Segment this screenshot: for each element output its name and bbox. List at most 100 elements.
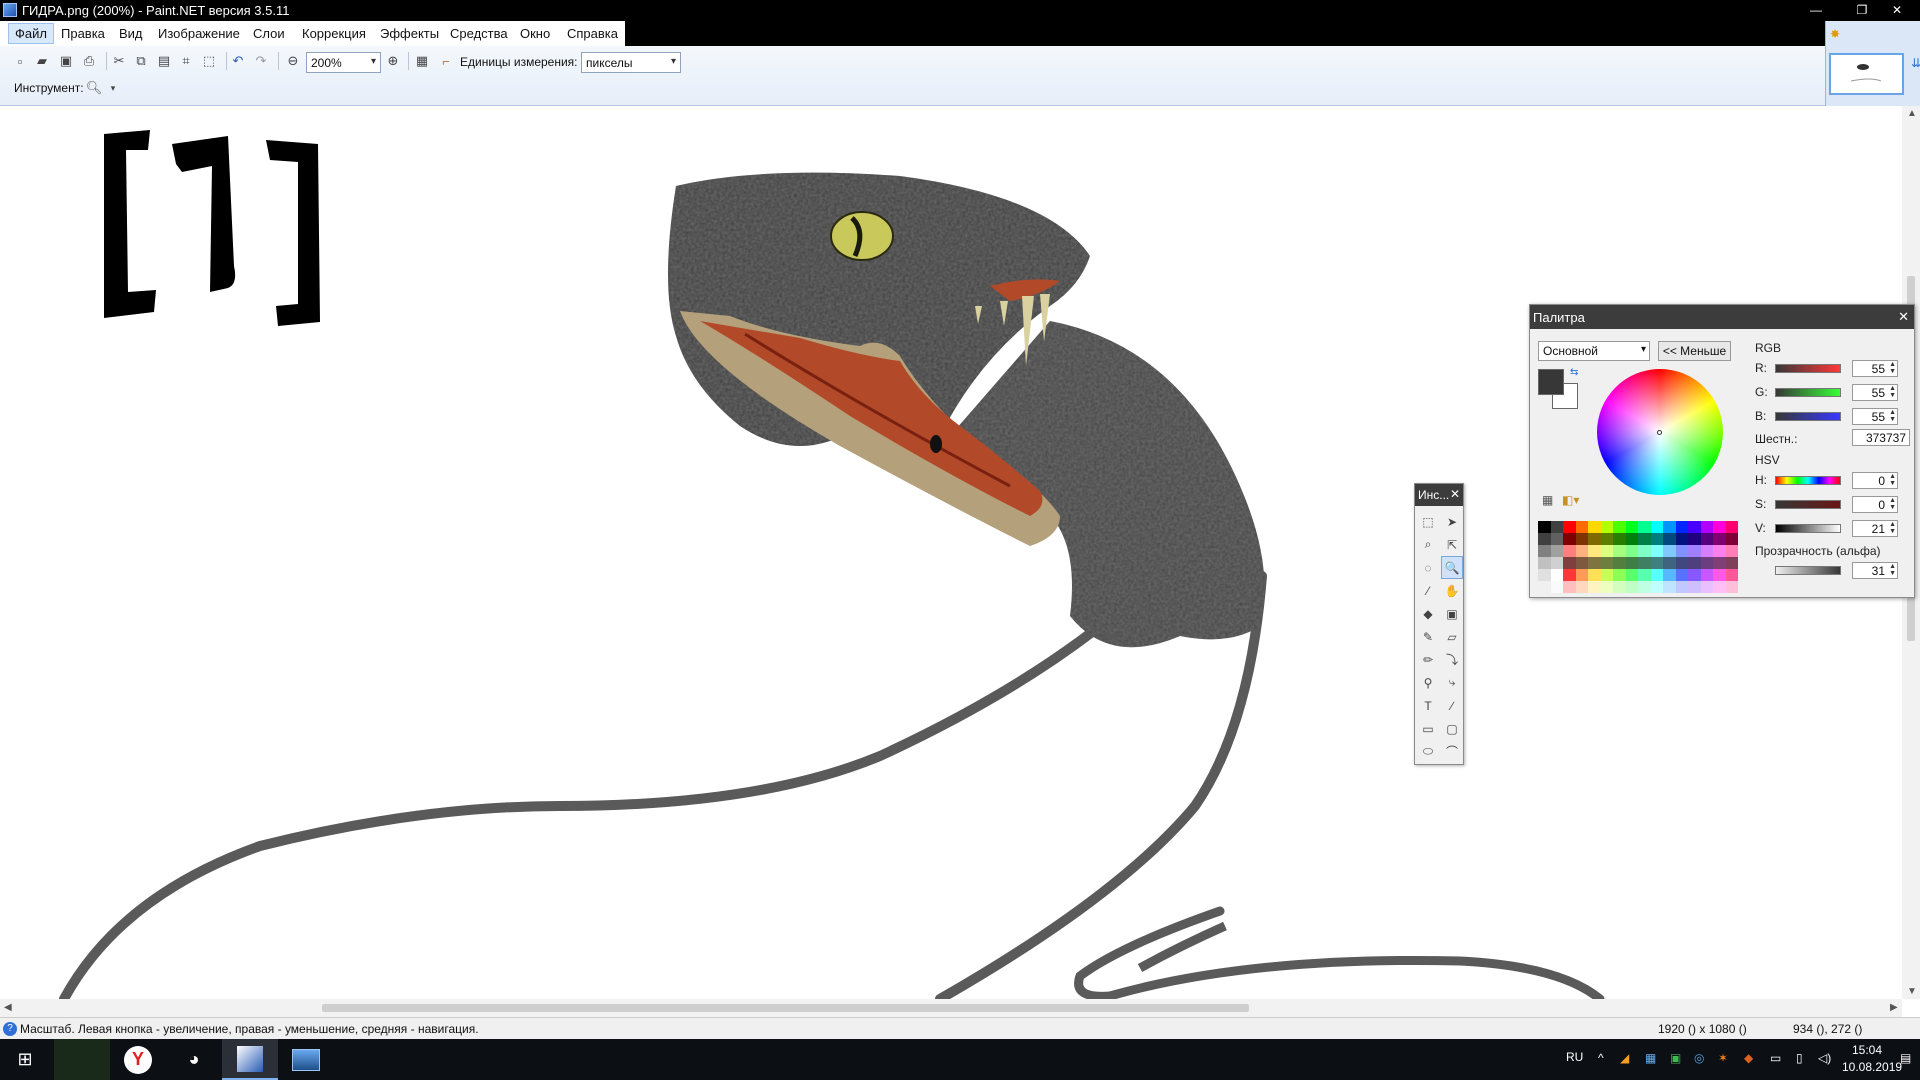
- zoom-out-icon[interactable]: ⊖: [284, 52, 302, 70]
- add-color-icon[interactable]: ▦: [1542, 493, 1553, 507]
- h-slider[interactable]: [1775, 476, 1841, 485]
- scroll-up-icon[interactable]: ▲: [1907, 108, 1917, 119]
- zoom-in-icon[interactable]: ⊕: [384, 52, 402, 70]
- swap-colors-icon[interactable]: ⇆: [1570, 367, 1578, 378]
- magic-wand-tool[interactable]: ⁄: [1417, 579, 1439, 602]
- chevron-down-icon[interactable]: ⇊: [1911, 56, 1920, 70]
- zoom-combo[interactable]: 200% ▾: [306, 52, 381, 73]
- h-input[interactable]: 0 ▲ ▼: [1852, 472, 1898, 489]
- tray-skype-icon[interactable]: ◎: [1694, 1051, 1704, 1065]
- crop-icon[interactable]: ⌗: [177, 52, 195, 70]
- spin-arrows-icon[interactable]: ▲ ▼: [1889, 563, 1896, 577]
- paint-bucket-tool[interactable]: ◆: [1417, 602, 1439, 625]
- units-select[interactable]: пикселы ▾: [581, 52, 681, 73]
- clock-time[interactable]: 15:04: [1852, 1043, 1882, 1057]
- zoom-tool[interactable]: 🔍: [1441, 556, 1463, 579]
- rectangle-tool[interactable]: ▭: [1417, 717, 1439, 740]
- zoom-tool-icon[interactable]: 🔍︎: [85, 79, 103, 97]
- color-mode-select[interactable]: Основной ▾: [1538, 341, 1650, 361]
- taskbar-photos[interactable]: [278, 1039, 334, 1080]
- pan-tool[interactable]: ✋: [1441, 579, 1463, 602]
- color-picker-tool[interactable]: ⤵: [1441, 648, 1463, 671]
- clone-stamp-tool[interactable]: ⚲: [1417, 671, 1439, 694]
- menu-layers[interactable]: Слои: [253, 26, 285, 41]
- menu-image[interactable]: Изображение: [158, 26, 240, 41]
- palette-menu-icon[interactable]: ◧▾: [1562, 493, 1579, 507]
- scroll-right-icon[interactable]: ▶: [1890, 1002, 1898, 1013]
- open-icon[interactable]: ▰: [33, 52, 51, 70]
- close-button[interactable]: ✕: [1874, 0, 1920, 21]
- tray-shield-icon[interactable]: ✶: [1718, 1051, 1728, 1065]
- color-palette-grid[interactable]: [1538, 521, 1738, 593]
- deselect-icon[interactable]: ⬚: [200, 52, 218, 70]
- copy-icon[interactable]: ⧉: [132, 52, 150, 70]
- new-icon[interactable]: ▫: [11, 52, 29, 70]
- palette-window-titlebar[interactable]: Палитра ✕: [1530, 305, 1914, 329]
- v-input[interactable]: 21 ▲ ▼: [1852, 520, 1898, 537]
- s-slider[interactable]: [1775, 500, 1841, 509]
- menu-window[interactable]: Окно: [520, 26, 550, 41]
- menu-help[interactable]: Справка: [567, 26, 618, 41]
- r-input[interactable]: 55 ▲ ▼: [1852, 360, 1898, 377]
- move-selection-tool[interactable]: ➤: [1441, 510, 1463, 533]
- close-icon[interactable]: ✕: [1898, 309, 1909, 325]
- spin-arrows-icon[interactable]: ▲ ▼: [1889, 409, 1896, 423]
- redo-icon[interactable]: ↷: [252, 52, 270, 70]
- clock-date[interactable]: 10.08.2019: [1842, 1060, 1902, 1074]
- taskbar-yandex[interactable]: Y: [110, 1039, 166, 1080]
- scroll-left-icon[interactable]: ◀: [4, 1002, 12, 1013]
- close-icon[interactable]: ✕: [1450, 487, 1460, 501]
- paintbrush-tool[interactable]: ✎: [1417, 625, 1439, 648]
- ruler-icon[interactable]: ⌐: [437, 52, 455, 70]
- taskbar-app-1[interactable]: [54, 1039, 110, 1080]
- r-slider[interactable]: [1775, 364, 1841, 373]
- spin-arrows-icon[interactable]: ▲ ▼: [1889, 497, 1896, 511]
- spin-arrows-icon[interactable]: ▲ ▼: [1889, 385, 1896, 399]
- spin-arrows-icon[interactable]: ▲ ▼: [1889, 473, 1896, 487]
- menu-adjustments[interactable]: Коррекция: [302, 26, 366, 41]
- gradient-tool[interactable]: ▣: [1441, 602, 1463, 625]
- freeform-shape-tool[interactable]: ⌒: [1441, 740, 1463, 763]
- text-tool[interactable]: T: [1417, 694, 1439, 717]
- menu-effects[interactable]: Эффекты: [380, 26, 439, 41]
- g-input[interactable]: 55 ▲ ▼: [1852, 384, 1898, 401]
- lasso-select-tool[interactable]: ⌕: [1417, 533, 1439, 556]
- spin-arrows-icon[interactable]: ▲ ▼: [1889, 361, 1896, 375]
- v-slider[interactable]: [1775, 524, 1841, 533]
- alpha-slider[interactable]: [1775, 566, 1841, 575]
- b-input[interactable]: 55 ▲ ▼: [1852, 408, 1898, 425]
- ellipse-tool[interactable]: ⬭: [1417, 740, 1439, 763]
- tray-battery-icon[interactable]: ▯: [1796, 1051, 1803, 1065]
- print-icon[interactable]: ⎙: [80, 52, 98, 70]
- cut-icon[interactable]: ✂: [110, 52, 128, 70]
- menu-file[interactable]: Файл: [8, 23, 54, 44]
- alpha-input[interactable]: 31 ▲ ▼: [1852, 562, 1898, 579]
- eraser-tool[interactable]: ▱: [1441, 625, 1463, 648]
- tray-app-icon[interactable]: ◢: [1620, 1051, 1629, 1065]
- line-curve-tool[interactable]: ∕: [1441, 694, 1463, 717]
- taskbar-paintnet[interactable]: [222, 1039, 278, 1080]
- tray-nvidia-icon[interactable]: ▣: [1670, 1051, 1681, 1065]
- menu-edit[interactable]: Правка: [61, 26, 105, 41]
- tools-window-titlebar[interactable]: Инс... ✕: [1415, 484, 1463, 506]
- scroll-down-icon[interactable]: ▼: [1907, 986, 1917, 997]
- tray-app-icon-2[interactable]: ◆: [1744, 1051, 1753, 1065]
- paste-icon[interactable]: ▤: [155, 52, 173, 70]
- horizontal-scroll-thumb[interactable]: [322, 1004, 1249, 1012]
- rectangle-select-tool[interactable]: ⬚: [1417, 510, 1439, 533]
- rounded-rectangle-tool[interactable]: ▢: [1441, 717, 1463, 740]
- tray-display-icon[interactable]: ▭: [1770, 1051, 1781, 1065]
- horizontal-scrollbar[interactable]: ◀ ▶: [0, 999, 1902, 1017]
- image-thumbnail[interactable]: [1829, 53, 1904, 95]
- tray-expand-icon[interactable]: ^: [1598, 1051, 1604, 1065]
- undo-icon[interactable]: ↶: [229, 52, 247, 70]
- minimize-button[interactable]: —: [1793, 0, 1839, 21]
- move-selection-only-tool[interactable]: ⇱: [1441, 533, 1463, 556]
- primary-color-swatch[interactable]: [1538, 369, 1564, 395]
- notifications-icon[interactable]: ▤: [1900, 1051, 1911, 1065]
- menu-utilities[interactable]: Средства: [450, 26, 508, 41]
- pencil-tool[interactable]: ✏: [1417, 648, 1439, 671]
- less-button[interactable]: << Меньше: [1658, 341, 1731, 361]
- save-icon[interactable]: ▣: [57, 52, 75, 70]
- taskbar-discord[interactable]: ◕: [166, 1039, 222, 1080]
